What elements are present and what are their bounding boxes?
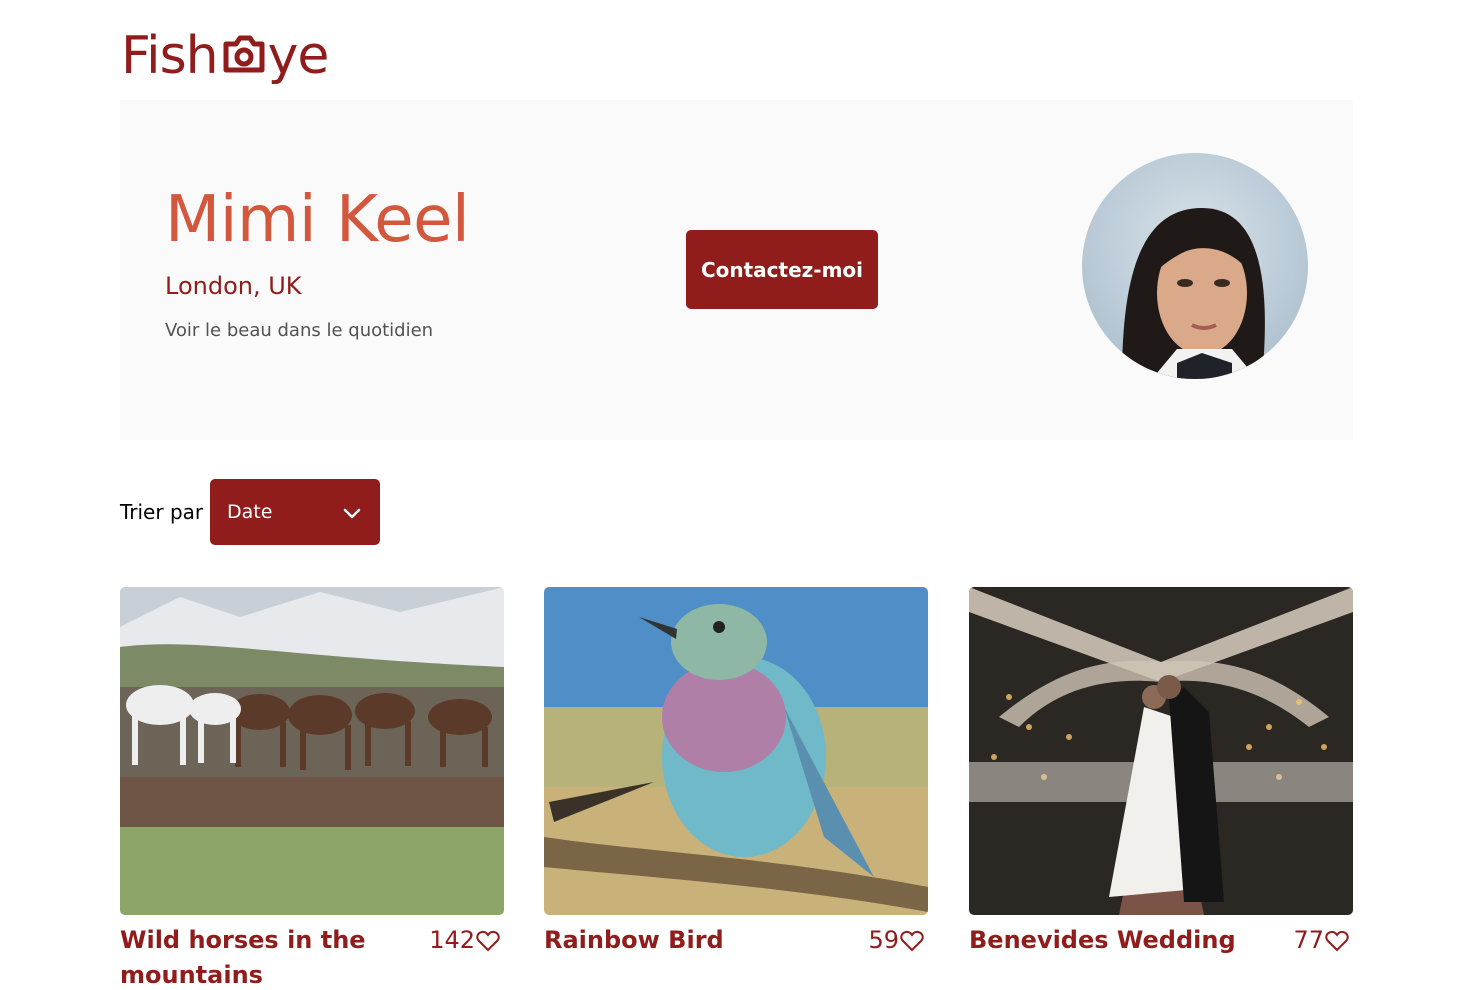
media-likes: 77 xyxy=(1293,923,1349,958)
photographer-tagline: Voir le beau dans le quotidien xyxy=(165,320,434,341)
media-thumbnail-bird[interactable] xyxy=(544,587,928,915)
heart-icon[interactable] xyxy=(1325,930,1349,952)
photographer-name: Mimi Keel xyxy=(165,183,470,257)
heart-icon[interactable] xyxy=(476,930,500,952)
likes-count: 142 xyxy=(429,926,475,954)
media-card: Wild horses in the mountains 142 xyxy=(120,587,504,990)
media-likes: 59 xyxy=(868,923,924,958)
media-title: Benevides Wedding xyxy=(969,926,1236,954)
logo-text-end: ye xyxy=(267,26,330,86)
chevron-down-icon xyxy=(343,508,361,519)
contact-button[interactable]: Contactez-moi xyxy=(686,230,878,309)
media-card: Rainbow Bird 59 xyxy=(544,587,928,990)
likes-count: 77 xyxy=(1293,926,1324,954)
sort-dropdown[interactable]: Date xyxy=(210,479,380,545)
photographer-location: London, UK xyxy=(165,272,302,300)
sort-selected-value: Date xyxy=(227,501,273,523)
photographer-avatar xyxy=(1082,153,1308,379)
photographer-header: Mimi Keel London, UK Voir le beau dans l… xyxy=(120,100,1353,440)
sort-label: Trier par xyxy=(120,500,204,524)
media-likes: 142 xyxy=(429,923,500,958)
media-title: Wild horses in the mountains xyxy=(120,926,366,989)
camera-icon xyxy=(223,35,265,73)
media-card: Benevides Wedding 77 xyxy=(969,587,1353,990)
heart-icon[interactable] xyxy=(900,930,924,952)
likes-count: 59 xyxy=(868,926,899,954)
fisheye-logo[interactable]: Fish ye xyxy=(121,12,330,86)
media-thumbnail-horses[interactable] xyxy=(120,587,504,915)
media-thumbnail-wedding[interactable] xyxy=(969,587,1353,915)
logo-text-start: Fish xyxy=(121,26,219,86)
media-title: Rainbow Bird xyxy=(544,926,724,954)
